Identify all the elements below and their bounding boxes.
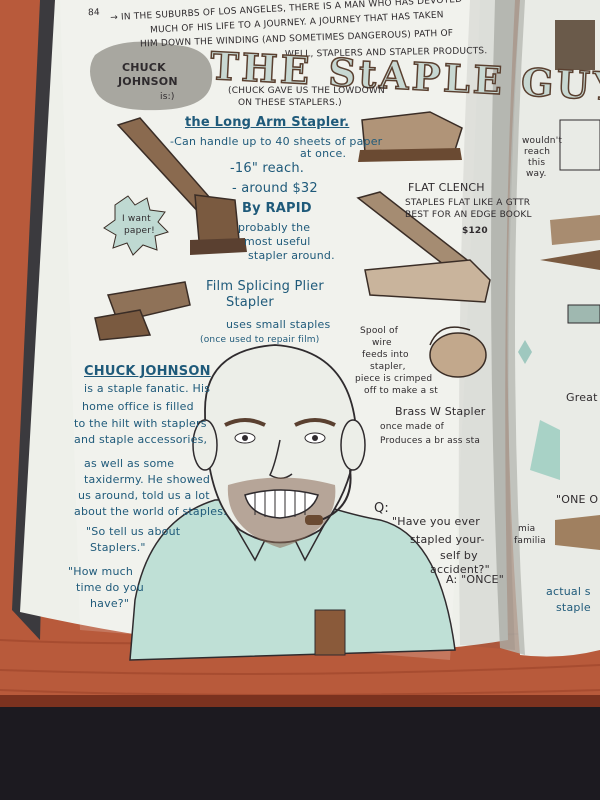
long-arm-stapler-name: the Long Arm Stapler. bbox=[185, 115, 350, 130]
plier-stapler-line: uses small staples bbox=[226, 318, 331, 331]
story-heading: CHUCK JOHNSON bbox=[84, 364, 211, 379]
right-label-mia: mia bbox=[518, 524, 536, 534]
brass-stapler-line: Produces a br ass sta bbox=[380, 436, 481, 446]
flat-clench-line: BEST FOR AN EDGE BOOKL bbox=[405, 210, 532, 220]
speech-line: paper! bbox=[124, 226, 155, 236]
story-line: is a staple fanatic. His bbox=[84, 382, 211, 395]
brass-stapler-name: Brass W Stapler bbox=[395, 405, 486, 418]
table-edge bbox=[0, 695, 600, 707]
spool-note-line: Spool of bbox=[360, 326, 399, 336]
story-question-line: "How much bbox=[68, 565, 134, 578]
name-tag-is: is:) bbox=[160, 92, 175, 102]
right-label-actual: staple bbox=[556, 601, 591, 614]
long-arm-line: - around $32 bbox=[232, 181, 318, 196]
story-line: taxidermy. He showed bbox=[84, 473, 211, 486]
story-line: about the world of staples. bbox=[74, 505, 227, 518]
plier-stapler-line: (once used to repair film) bbox=[200, 335, 320, 345]
long-arm-brand: By RAPID bbox=[242, 201, 312, 216]
brass-stapler-line: once made of bbox=[380, 422, 445, 432]
spool-note-line: off to make a st bbox=[364, 386, 438, 396]
spool-note-line: stapler, bbox=[370, 362, 406, 372]
page-number: 84 bbox=[87, 7, 101, 19]
long-arm-line: at once. bbox=[300, 147, 347, 160]
subtitle-line: (CHUCK GAVE US THE LOWDOWN bbox=[228, 86, 385, 96]
right-label-actual: actual s bbox=[546, 585, 591, 598]
right-note-line: way. bbox=[526, 169, 547, 179]
flat-clench-name: FLAT CLENCH bbox=[408, 181, 485, 194]
spool-note-line: wire bbox=[372, 338, 392, 348]
long-arm-line: -16" reach. bbox=[230, 161, 305, 176]
spool-note-line: piece is crimped bbox=[355, 374, 433, 384]
qa-question-line: stapled your- bbox=[410, 533, 485, 546]
name-tag-last: JOHNSON bbox=[118, 75, 178, 88]
qa-question-line: self by bbox=[440, 549, 478, 562]
story-line: as well as some bbox=[84, 457, 175, 470]
story-line: home office is filled bbox=[82, 400, 194, 413]
name-tag-first: CHUCK bbox=[122, 61, 166, 74]
story-line: and staple accessories, bbox=[74, 433, 208, 446]
story-line: "So tell us about bbox=[86, 525, 181, 538]
plier-stapler-name: Film Splicing Plier bbox=[206, 279, 324, 294]
long-arm-note: probably the bbox=[238, 221, 311, 234]
right-label-one: "ONE O bbox=[556, 493, 599, 506]
spool-note-line: feeds into bbox=[362, 350, 409, 360]
right-note-line: reach bbox=[524, 147, 551, 157]
story-line: Staplers." bbox=[90, 541, 146, 554]
qa-q-label: Q: bbox=[374, 501, 390, 516]
story-line: us around, told us a lot bbox=[78, 489, 210, 502]
flat-clench-price: $120 bbox=[462, 226, 488, 236]
story-question-line: time do you bbox=[76, 581, 144, 594]
qa-answer: A: "ONCE" bbox=[446, 573, 504, 586]
right-label-mia: familia bbox=[514, 536, 546, 546]
right-note-line: wouldn't bbox=[522, 136, 563, 146]
qa-question-line: "Have you ever bbox=[392, 515, 480, 528]
story-question-line: have?" bbox=[90, 597, 130, 610]
speech-line: I want bbox=[122, 214, 151, 224]
long-arm-note: most useful bbox=[244, 235, 311, 248]
right-note-line: this bbox=[528, 158, 546, 168]
flat-clench-line: STAPLES FLAT LIKE A GTTR bbox=[405, 198, 531, 208]
long-arm-note: stapler around. bbox=[248, 249, 335, 262]
plier-stapler-name: Stapler bbox=[226, 295, 274, 310]
long-arm-line: -Can handle up to 40 sheets of paper bbox=[170, 135, 383, 148]
story-line: to the hilt with staplers bbox=[74, 417, 207, 430]
subtitle-line: ON THESE STAPLERS.) bbox=[238, 98, 342, 108]
right-label-great: Great bbox=[566, 391, 598, 404]
